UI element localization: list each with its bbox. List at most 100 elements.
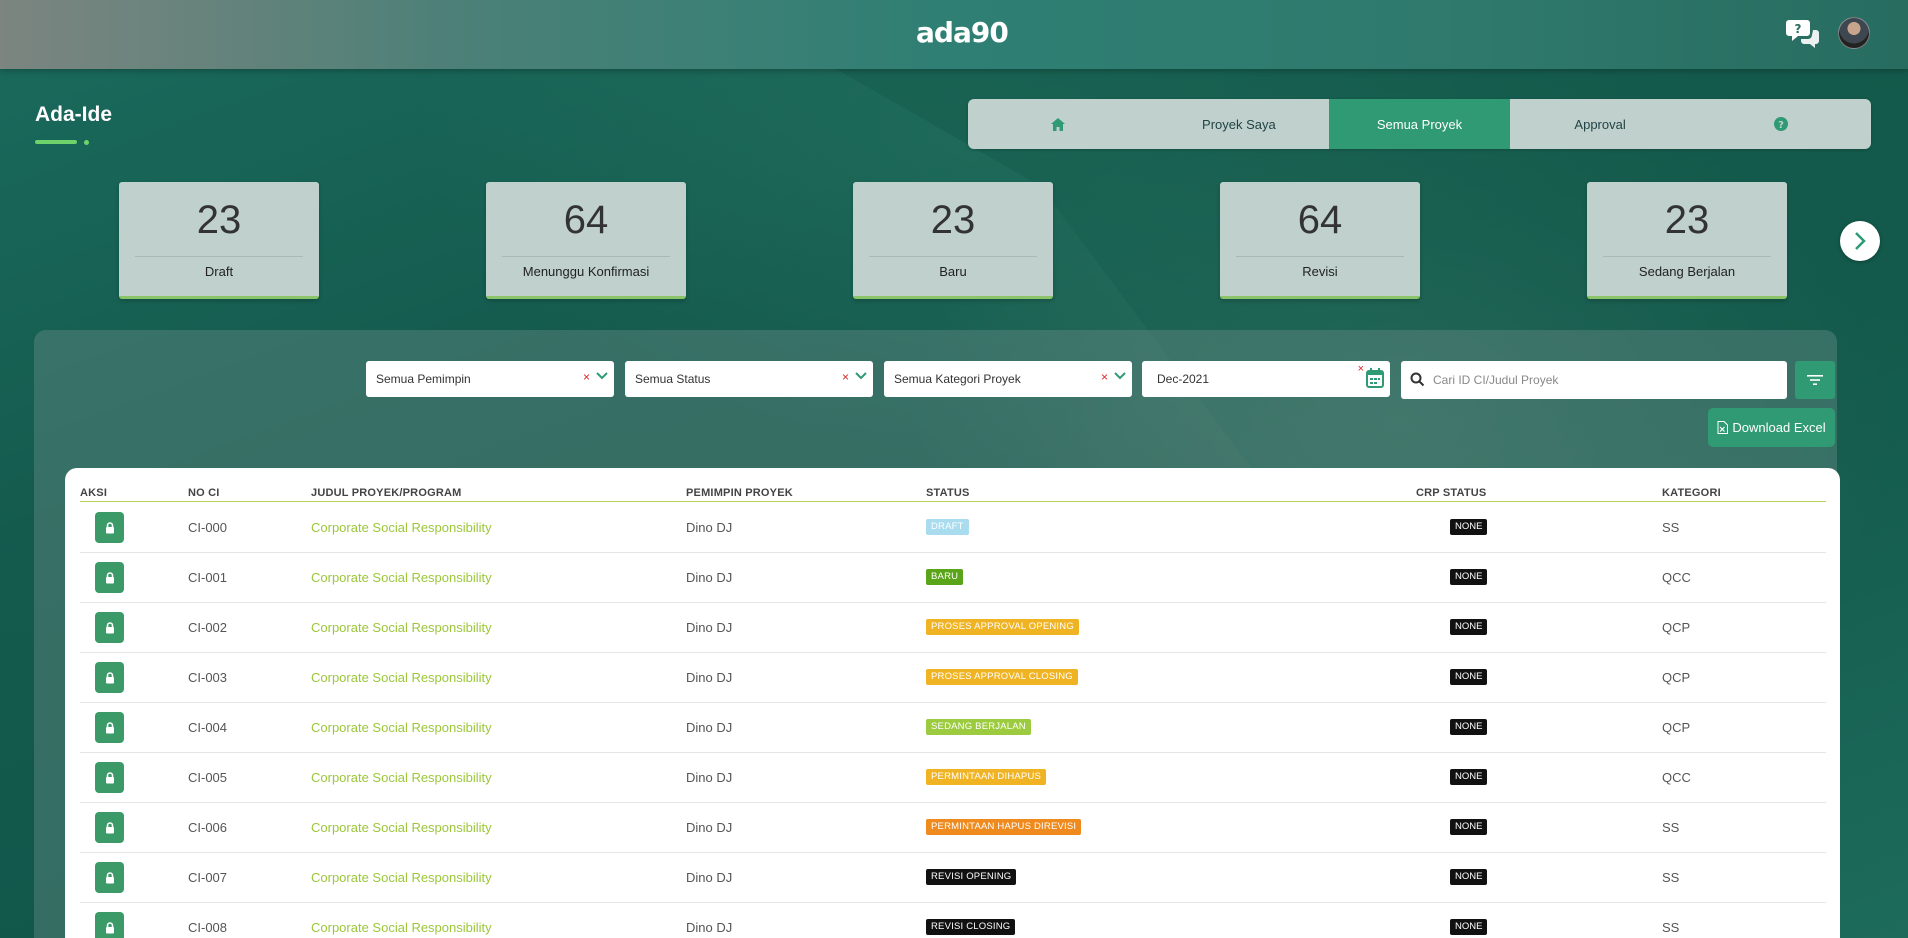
next-stats-button[interactable] — [1840, 221, 1880, 261]
status-select[interactable]: Semua Status × — [625, 361, 873, 397]
project-title-link[interactable]: Corporate Social Responsibility — [311, 520, 492, 535]
status-badge: PERMINTAAN DIHAPUS — [926, 769, 1047, 785]
stat-value: 23 — [196, 198, 242, 242]
lock-button[interactable] — [95, 562, 124, 593]
home-icon — [1051, 117, 1066, 131]
status-badge: DRAFT — [926, 519, 969, 535]
leader-cell: Dino DJ — [686, 720, 733, 735]
lock-button[interactable] — [95, 612, 124, 643]
kategori-cell: SS — [1662, 920, 1680, 935]
leader-cell: Dino DJ — [686, 570, 733, 585]
select-value: Semua Status — [635, 372, 711, 386]
chevron-right-icon — [1855, 232, 1866, 250]
clear-icon[interactable]: × — [1358, 363, 1364, 375]
user-avatar[interactable] — [1838, 17, 1870, 49]
select-value: Semua Kategori Proyek — [894, 372, 1021, 386]
divider — [135, 256, 303, 257]
lock-button[interactable] — [95, 862, 124, 893]
calendar-icon[interactable] — [1366, 368, 1384, 388]
tab-home[interactable] — [968, 99, 1149, 149]
lock-icon — [105, 521, 114, 533]
lock-button[interactable] — [95, 762, 124, 793]
lock-icon — [105, 721, 114, 733]
project-title-link[interactable]: Corporate Social Responsibility — [311, 720, 492, 735]
crp-status-badge: NONE — [1450, 819, 1488, 835]
table-row: CI-006 Corporate Social Responsibility Din… — [80, 803, 1826, 853]
download-label: Download Excel — [1732, 420, 1826, 435]
date-value: Dec-2021 — [1157, 372, 1210, 386]
lock-icon — [105, 671, 114, 683]
lock-button[interactable] — [95, 512, 124, 543]
kategori-cell: SS — [1662, 520, 1680, 535]
stat-card-menunggu-konfirmasi[interactable]: 64 Menunggu Konfirmasi — [486, 182, 686, 299]
table-header: AKSI NO CI JUDUL PROYEK/PROGRAM PEMIMPIN… — [80, 486, 1826, 502]
pemimpin-select[interactable]: Semua Pemimpin × — [366, 361, 614, 397]
lock-icon — [105, 621, 114, 633]
crp-status-badge: NONE — [1450, 719, 1488, 735]
stat-card-sedang-berjalan[interactable]: 23 Sedang Berjalan — [1587, 182, 1787, 299]
no-ci-cell: CI-005 — [188, 770, 228, 785]
svg-text:?: ? — [1795, 22, 1802, 36]
crp-status-badge: NONE — [1450, 669, 1488, 685]
filter-button[interactable] — [1795, 361, 1835, 399]
top-navbar: ada90 ? — [0, 0, 1908, 69]
title-dot — [84, 140, 89, 145]
leader-cell: Dino DJ — [686, 920, 733, 935]
lock-button[interactable] — [95, 912, 124, 938]
project-title-link[interactable]: Corporate Social Responsibility — [311, 770, 492, 785]
title-underline — [35, 140, 77, 144]
kategori-cell: QCP — [1662, 620, 1691, 635]
column-header: JUDUL PROYEK/PROGRAM — [311, 487, 462, 499]
question-circle-icon: ? — [1773, 117, 1788, 131]
project-title-link[interactable]: Corporate Social Responsibility — [311, 870, 492, 885]
no-ci-cell: CI-003 — [188, 670, 228, 685]
project-title-link[interactable]: Corporate Social Responsibility — [311, 570, 492, 585]
lock-button[interactable] — [95, 712, 124, 743]
tab-approval[interactable]: Approval — [1510, 99, 1691, 149]
table-row: CI-005 Corporate Social Responsibility Din… — [80, 753, 1826, 803]
app-logo[interactable]: ada90 — [916, 16, 1009, 50]
search-input[interactable] — [1433, 370, 1773, 390]
divider — [869, 256, 1037, 257]
column-header: PEMIMPIN PROYEK — [686, 487, 793, 499]
leader-cell: Dino DJ — [686, 870, 733, 885]
stat-label: Revisi — [1302, 264, 1338, 279]
help-chat-icon[interactable]: ? — [1786, 16, 1822, 52]
stat-card-baru[interactable]: 23 Baru — [853, 182, 1053, 299]
kategori-cell: SS — [1662, 870, 1680, 885]
project-title-link[interactable]: Corporate Social Responsibility — [311, 670, 492, 685]
crp-status-badge: NONE — [1450, 519, 1488, 535]
table-row: CI-004 Corporate Social Responsibility Din… — [80, 703, 1826, 753]
stat-card-revisi[interactable]: 64 Revisi — [1220, 182, 1420, 299]
clear-icon[interactable]: × — [583, 370, 590, 384]
divider — [502, 256, 670, 257]
status-badge: SEDANG BERJALAN — [926, 719, 1031, 735]
lock-button[interactable] — [95, 662, 124, 693]
leader-cell: Dino DJ — [686, 820, 733, 835]
tab-help[interactable]: ? — [1690, 99, 1871, 149]
select-value: Semua Pemimpin — [376, 372, 471, 386]
lock-button[interactable] — [95, 812, 124, 843]
project-title-link[interactable]: Corporate Social Responsibility — [311, 620, 492, 635]
clear-icon[interactable]: × — [842, 370, 849, 384]
lock-icon — [105, 771, 114, 783]
column-header: AKSI — [80, 487, 108, 499]
project-title-link[interactable]: Corporate Social Responsibility — [311, 820, 492, 835]
kategori-select[interactable]: Semua Kategori Proyek × — [884, 361, 1132, 397]
download-excel-button[interactable]: Download Excel — [1708, 408, 1835, 447]
kategori-cell: SS — [1662, 820, 1680, 835]
page-title: Ada-Ide — [35, 103, 113, 126]
table-row: CI-008 Corporate Social Responsibility Din… — [80, 903, 1826, 938]
crp-status-badge: NONE — [1450, 569, 1488, 585]
month-picker[interactable]: Dec-2021 × — [1142, 361, 1390, 397]
status-badge: PERMINTAAN HAPUS DIREVISI — [926, 819, 1082, 835]
column-header: CRP STATUS — [1416, 487, 1487, 499]
project-title-link[interactable]: Corporate Social Responsibility — [311, 920, 492, 935]
project-table: AKSI NO CI JUDUL PROYEK/PROGRAM PEMIMPIN… — [65, 468, 1840, 938]
stat-card-draft[interactable]: 23 Draft — [119, 182, 319, 299]
clear-icon[interactable]: × — [1101, 370, 1108, 384]
no-ci-cell: CI-008 — [188, 920, 228, 935]
tab-proyek-saya[interactable]: Proyek Saya — [1149, 99, 1330, 149]
tab-semua-proyek[interactable]: Semua Proyek — [1329, 99, 1510, 149]
divider — [1603, 256, 1771, 257]
